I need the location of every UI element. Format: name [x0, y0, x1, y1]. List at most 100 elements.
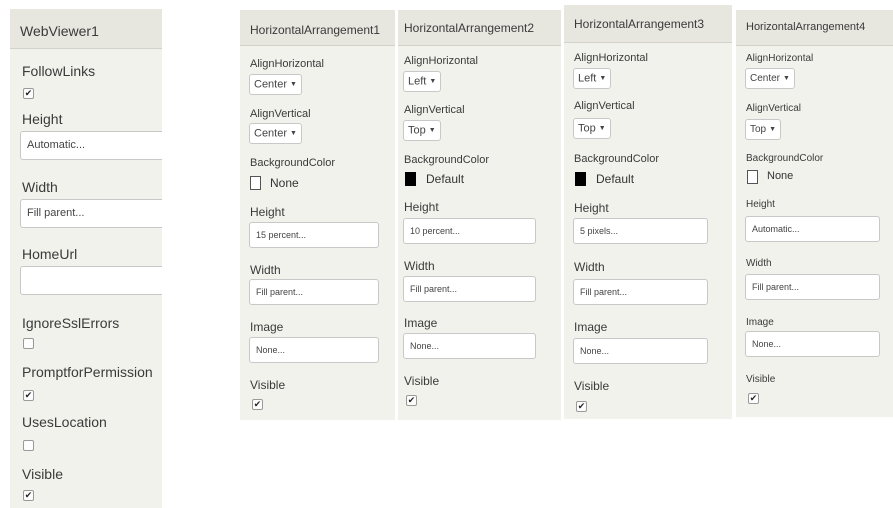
- horizontal-arrangement1-properties-panel: HorizontalArrangement1 AlignHorizontal C…: [240, 10, 395, 420]
- align-horizontal-dropdown[interactable]: Left ▼: [403, 71, 442, 92]
- image-input[interactable]: None...: [573, 338, 708, 364]
- height-label: Height: [574, 201, 609, 215]
- follow-links-label: FollowLinks: [22, 63, 96, 79]
- align-vertical-dropdown[interactable]: Top ▼: [403, 120, 441, 141]
- chevron-down-icon: ▼: [290, 81, 297, 88]
- width-label: Width: [574, 260, 605, 274]
- horizontal-arrangement4-properties-panel: HorizontalArrangement4 AlignHorizontal C…: [736, 10, 893, 417]
- height-input[interactable]: 5 pixels...: [573, 218, 708, 244]
- width-label: Width: [22, 179, 58, 195]
- background-color-label: BackgroundColor: [746, 153, 824, 164]
- chevron-down-icon: ▼: [783, 75, 790, 82]
- chevron-down-icon: ▼: [598, 125, 606, 132]
- background-color-swatch[interactable]: [250, 176, 261, 190]
- align-vertical-label: AlignVertical: [574, 100, 635, 112]
- background-color-label: BackgroundColor: [404, 154, 489, 166]
- width-input[interactable]: Fill parent...: [249, 279, 379, 305]
- height-label: Height: [250, 205, 285, 219]
- height-label: Height: [746, 199, 775, 210]
- width-input[interactable]: Fill parent...: [20, 199, 162, 228]
- width-input[interactable]: Fill parent...: [403, 276, 536, 302]
- visible-checkbox[interactable]: ✔: [252, 399, 263, 410]
- width-label: Width: [404, 259, 435, 273]
- width-label: Width: [746, 258, 772, 269]
- align-horizontal-label: AlignHorizontal: [250, 58, 324, 70]
- background-color-value[interactable]: Default: [596, 172, 634, 186]
- background-color-value[interactable]: None: [767, 170, 793, 182]
- image-input[interactable]: None...: [745, 331, 880, 357]
- dropdown-value: Center: [750, 73, 781, 85]
- height-input[interactable]: 15 percent...: [249, 222, 379, 248]
- visible-checkbox[interactable]: ✔: [576, 401, 587, 412]
- visible-checkbox[interactable]: ✔: [748, 393, 759, 404]
- panel-title: HorizontalArrangement4: [736, 10, 893, 46]
- width-input[interactable]: Fill parent...: [573, 279, 708, 305]
- ignore-ssl-errors-label: IgnoreSslErrors: [22, 315, 120, 331]
- chevron-down-icon: ▼: [290, 130, 297, 137]
- ignore-ssl-errors-checkbox[interactable]: [23, 338, 34, 349]
- align-horizontal-label: AlignHorizontal: [404, 55, 478, 67]
- uses-location-checkbox[interactable]: [23, 440, 34, 451]
- image-label: Image: [746, 317, 774, 328]
- background-color-value[interactable]: None: [270, 176, 299, 190]
- align-horizontal-dropdown[interactable]: Left ▼: [573, 68, 612, 89]
- align-horizontal-label: AlignHorizontal: [574, 52, 648, 64]
- visible-label: Visible: [22, 466, 63, 482]
- chevron-down-icon: ▼: [429, 78, 437, 85]
- panel-title: HorizontalArrangement3: [564, 5, 732, 43]
- background-color-swatch[interactable]: [747, 170, 758, 184]
- horizontal-arrangement3-properties-panel: HorizontalArrangement3 AlignHorizontal L…: [564, 5, 732, 419]
- image-input[interactable]: None...: [249, 337, 379, 363]
- height-input[interactable]: Automatic...: [20, 131, 162, 160]
- width-input[interactable]: Fill parent...: [745, 274, 880, 300]
- home-url-label: HomeUrl: [22, 246, 78, 262]
- height-input[interactable]: Automatic...: [745, 216, 880, 242]
- dropdown-value: Left: [578, 72, 597, 85]
- image-label: Image: [404, 316, 438, 330]
- image-label: Image: [574, 320, 608, 334]
- visible-checkbox[interactable]: ✔: [23, 490, 34, 501]
- home-url-input[interactable]: [20, 266, 162, 295]
- align-vertical-label: AlignVertical: [746, 103, 802, 114]
- dropdown-value: Top: [578, 122, 596, 135]
- chevron-down-icon: ▼: [599, 75, 607, 82]
- visible-label: Visible: [404, 374, 440, 388]
- visible-label: Visible: [250, 378, 286, 392]
- background-color-swatch[interactable]: [575, 172, 586, 186]
- visible-label: Visible: [574, 379, 610, 393]
- align-vertical-dropdown[interactable]: Center ▼: [249, 123, 302, 144]
- webviewer-panel-title: WebViewer1: [10, 9, 162, 49]
- dropdown-value: Center: [254, 78, 288, 91]
- background-color-label: BackgroundColor: [574, 153, 659, 165]
- align-horizontal-label: AlignHorizontal: [746, 53, 814, 64]
- prompt-for-permission-label: PromptforPermission: [22, 364, 153, 380]
- dropdown-value: Top: [750, 124, 767, 136]
- align-horizontal-dropdown[interactable]: Center ▼: [249, 74, 302, 95]
- follow-links-checkbox[interactable]: ✔: [23, 88, 34, 99]
- width-label: Width: [250, 263, 281, 277]
- uses-location-label: UsesLocation: [22, 414, 107, 430]
- height-input[interactable]: 10 percent...: [403, 218, 536, 244]
- height-label: Height: [22, 111, 63, 127]
- background-color-value[interactable]: Default: [426, 172, 464, 186]
- background-color-label: BackgroundColor: [250, 157, 335, 169]
- image-label: Image: [250, 320, 284, 334]
- dropdown-value: Center: [254, 127, 288, 140]
- background-color-swatch[interactable]: [405, 172, 416, 186]
- panel-title: HorizontalArrangement2: [398, 10, 561, 46]
- visible-checkbox[interactable]: ✔: [406, 395, 417, 406]
- dropdown-value: Top: [408, 124, 426, 137]
- dropdown-value: Left: [408, 75, 427, 88]
- visible-label: Visible: [746, 374, 776, 385]
- align-vertical-dropdown[interactable]: Top ▼: [745, 119, 782, 140]
- chevron-down-icon: ▼: [428, 127, 436, 134]
- prompt-for-permission-checkbox[interactable]: ✔: [23, 390, 34, 401]
- height-label: Height: [404, 200, 439, 214]
- image-input[interactable]: None...: [403, 333, 536, 359]
- horizontal-arrangement2-properties-panel: HorizontalArrangement2 AlignHorizontal L…: [398, 10, 561, 420]
- align-vertical-dropdown[interactable]: Top ▼: [573, 118, 611, 139]
- align-vertical-label: AlignVertical: [404, 104, 465, 116]
- align-horizontal-dropdown[interactable]: Center ▼: [745, 68, 795, 89]
- webviewer-properties-panel: WebViewer1 FollowLinks ✔ Height Automati…: [10, 9, 162, 508]
- panel-title: HorizontalArrangement1: [240, 10, 395, 46]
